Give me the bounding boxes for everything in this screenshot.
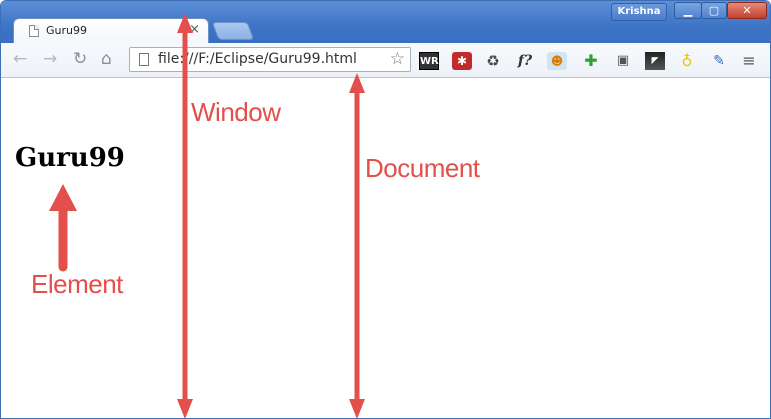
window-label: Window [191, 97, 281, 127]
document-arrow-head-bottom [349, 399, 365, 418]
element-label: Element [31, 269, 123, 299]
browser-window: Guru99 × Krishna ▁ ▢ ✕ ← → ↻ ⌂ file:///F… [0, 0, 771, 419]
document-arrow-head-top [349, 73, 365, 93]
window-arrow-head-top [177, 13, 193, 33]
document-label: Document [365, 153, 480, 183]
element-arrow-head [49, 184, 77, 211]
annotation-arrows [49, 13, 365, 418]
window-arrow-head-bottom [177, 399, 193, 418]
